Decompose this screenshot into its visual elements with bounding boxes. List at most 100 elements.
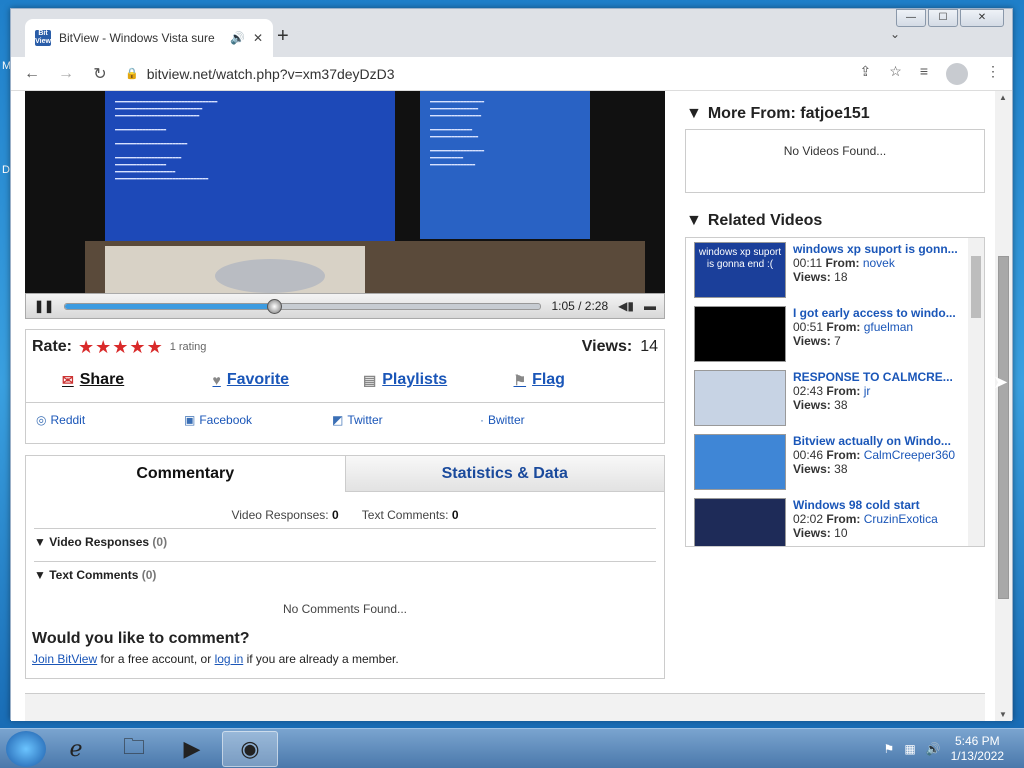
video-thumbnail[interactable] (694, 434, 786, 490)
log-in-link[interactable]: log in (215, 652, 244, 666)
page-scrollbar[interactable]: ▲ ▼ (995, 91, 1012, 721)
url-text[interactable]: bitview.net/watch.php?v=xm37deyDzD3 (147, 66, 395, 82)
related-video-title[interactable]: Windows 98 cold start (793, 498, 963, 512)
browser-tab[interactable]: Bit View BitView - Windows Vista sure 🔊 … (25, 19, 273, 57)
video-thumbnail[interactable] (694, 498, 786, 546)
new-tab-icon[interactable]: + (277, 25, 289, 48)
rating-count: 1 rating (169, 341, 207, 353)
scroll-down-icon[interactable]: ▼ (999, 710, 1007, 719)
maximize-button[interactable]: ☐ (928, 9, 958, 27)
chrome-icon[interactable]: ◉ (222, 730, 278, 767)
taskbar: ℯ 🗀 ▶ ◉ ⚑ ▦ 🔊 5:46 PM 1/13/2022 (0, 728, 1024, 768)
bookmark-star-icon[interactable]: ☆ (889, 63, 902, 85)
related-video-info: Bitview actually on Windo... 00:46 From: … (793, 434, 963, 494)
start-button[interactable] (6, 730, 46, 767)
fullscreen-icon[interactable]: ▬ (644, 299, 656, 313)
network-icon[interactable]: ▦ (904, 742, 915, 756)
seek-handle[interactable] (267, 298, 283, 314)
tab-statistics[interactable]: Statistics & Data (344, 456, 664, 492)
system-clock[interactable]: 5:46 PM 1/13/2022 (951, 734, 1004, 764)
video-thumbnail[interactable] (694, 306, 786, 362)
minimize-button[interactable]: — (896, 9, 926, 27)
related-video-meta: 00:51 From: gfuelman (793, 320, 963, 334)
text-comments-count: 0 (451, 508, 459, 522)
share-label: Share (79, 371, 125, 388)
related-scrollbar[interactable] (968, 238, 984, 546)
related-video-user[interactable]: CruzinExotica (864, 512, 938, 526)
pause-icon[interactable]: ❚❚ (34, 299, 54, 313)
action-center-icon[interactable]: ⚑ (884, 742, 895, 756)
footer-bar (25, 693, 985, 721)
related-video-views-value: 38 (834, 462, 848, 476)
reddit-link[interactable]: ◎ Reddit (36, 413, 184, 427)
favorite-button[interactable]: ♥ Favorite (213, 371, 364, 389)
twitter-link[interactable]: ◩ Twitter (332, 413, 480, 427)
related-scrollbar-thumb[interactable] (971, 256, 981, 318)
related-video-item[interactable]: Bitview actually on Windo... 00:46 From: … (686, 430, 984, 494)
system-tray: ⚑ ▦ 🔊 5:46 PM 1/13/2022 (884, 734, 1024, 764)
thumbnail-caption (695, 307, 785, 361)
join-end-text: if you are already a member. (243, 652, 399, 666)
related-video-user[interactable]: gfuelman (864, 320, 913, 334)
back-arrow-icon[interactable]: ← (23, 65, 41, 83)
triangle-down-icon[interactable]: ▼ (686, 105, 702, 123)
flag-button[interactable]: ⚑ Flag (514, 371, 665, 389)
related-video-item[interactable]: Windows 98 cold start 02:02 From: CruzinE… (686, 494, 984, 546)
volume-tray-icon[interactable]: 🔊 (926, 742, 941, 756)
address-bar[interactable]: 🔒 bitview.net/watch.php?v=xm37deyDzD3 (125, 66, 844, 82)
related-video-title[interactable]: Bitview actually on Windo... (793, 434, 963, 448)
page-viewport: ▬▬▬▬▬▬▬▬▬▬▬▬▬▬▬▬▬▬▬▬▬▬▬▬▬▬▬▬▬▬▬▬▬▬ ▬▬▬▬▬▬… (11, 91, 996, 721)
related-video-user[interactable]: jr (864, 384, 871, 398)
close-window-button[interactable]: ✕ (960, 9, 1004, 27)
related-video-title[interactable]: I got early access to windo... (793, 306, 963, 320)
text-comments-heading: Text Comments (49, 568, 139, 582)
page-scrollbar-thumb[interactable] (998, 256, 1009, 599)
scroll-up-icon[interactable]: ▲ (999, 93, 1007, 102)
lock-icon[interactable]: 🔒 (125, 67, 139, 80)
share-button[interactable]: ✉ Share (62, 371, 213, 389)
media-control-icon[interactable]: ≡ (920, 63, 928, 85)
seek-bar[interactable] (64, 298, 542, 314)
star-rating-icon[interactable]: ★★★★★ (78, 337, 164, 358)
related-video-title[interactable]: windows xp suport is gonn... (793, 242, 963, 256)
volume-icon[interactable]: ◀▮ (618, 299, 634, 313)
tab-commentary[interactable]: Commentary (26, 456, 345, 492)
profile-avatar-icon[interactable] (946, 62, 968, 85)
reload-icon[interactable]: ↻ (91, 64, 109, 84)
related-video-views-value: 38 (834, 398, 848, 412)
related-video-item[interactable]: I got early access to windo... 00:51 From… (686, 302, 984, 366)
related-video-info: windows xp suport is gonn... 00:11 From: … (793, 242, 963, 302)
tab-search-chevron-icon[interactable]: ⌄ (890, 27, 900, 41)
file-explorer-icon[interactable]: 🗀 (106, 731, 162, 767)
window-controls: — ☐ ✕ (896, 9, 1004, 27)
tab-close-icon[interactable]: ✕ (253, 31, 263, 45)
triangle-down-icon[interactable]: ▼ (686, 212, 702, 230)
related-video-title[interactable]: RESPONSE TO CALMCRE... (793, 370, 963, 384)
related-video-meta: 00:11 From: novek (793, 256, 963, 270)
join-bitview-link[interactable]: Join BitView (32, 652, 97, 666)
video-thumbnail[interactable] (694, 370, 786, 426)
video-frame[interactable]: ▬▬▬▬▬▬▬▬▬▬▬▬▬▬▬▬▬▬▬▬▬▬▬▬▬▬▬▬▬▬▬▬▬▬ ▬▬▬▬▬▬… (25, 91, 665, 293)
speaker-icon[interactable]: 🔊 (230, 31, 245, 45)
forward-arrow-icon[interactable]: → (57, 65, 75, 83)
envelope-icon: ✉ (62, 371, 74, 388)
share-page-icon[interactable]: ⇪ (860, 63, 872, 85)
triangle-down-icon: ▼ (34, 568, 46, 582)
text-comments-section[interactable]: ▼ Text Comments (0) (34, 561, 656, 582)
browser-toolbar: ← → ↻ 🔒 bitview.net/watch.php?v=xm37deyD… (11, 57, 1012, 91)
related-video-item[interactable]: windows xp suport is gonna end :(windows… (686, 238, 984, 302)
playlists-button[interactable]: ▤ Playlists (363, 371, 514, 389)
video-responses-section[interactable]: ▼ Video Responses (0) (34, 528, 656, 549)
internet-explorer-icon[interactable]: ℯ (48, 731, 104, 767)
bwitter-link[interactable]: · Bwitter (480, 413, 628, 427)
related-video-item[interactable]: RESPONSE TO CALMCRE... 02:43 From: jr View… (686, 366, 984, 430)
video-thumbnail[interactable]: windows xp suport is gonna end :( (694, 242, 786, 298)
related-video-duration: 00:11 (793, 256, 823, 270)
menu-kebab-icon[interactable]: ⋮ (986, 63, 1000, 85)
from-label: From: (826, 512, 861, 526)
facebook-link[interactable]: ▣ Facebook (184, 413, 332, 427)
related-video-user[interactable]: novek (863, 256, 895, 270)
media-player-icon[interactable]: ▶ (164, 731, 220, 767)
related-video-user[interactable]: CalmCreeper360 (864, 448, 955, 462)
share-links: ◎ Reddit ▣ Facebook ◩ Twitter · Bwitter (26, 402, 664, 437)
